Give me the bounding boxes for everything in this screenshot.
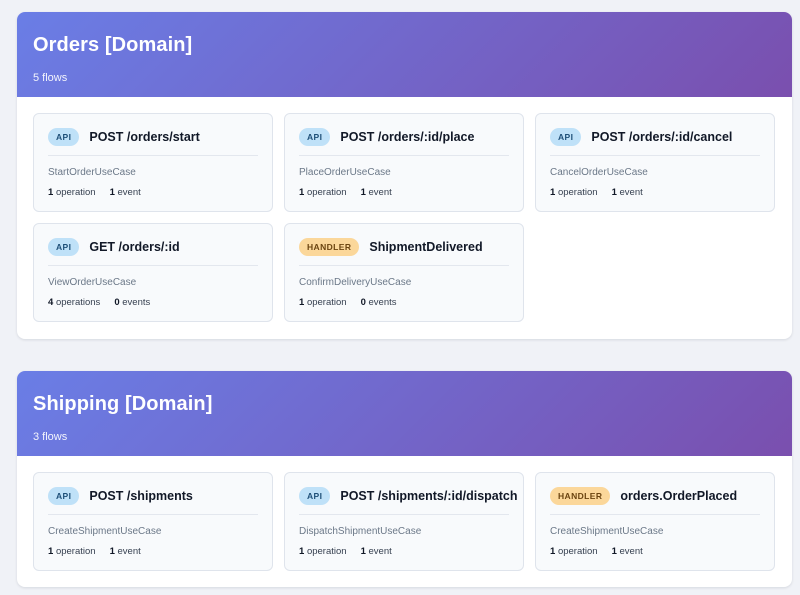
domain-section-orders: Orders [Domain] 5 flows API POST /orders…	[17, 12, 792, 339]
divider	[299, 265, 509, 266]
usecase-name: ConfirmDeliveryUseCase	[299, 277, 412, 288]
events-stat: 1 event	[109, 187, 141, 198]
domain-header: Shipping [Domain] 3 flows	[17, 371, 792, 456]
usecase-name: CreateShipmentUseCase	[48, 526, 162, 537]
flow-title: GET /orders/:id	[89, 240, 180, 254]
usecase-name: StartOrderUseCase	[48, 167, 136, 178]
flow-stats: 1 operation 1 event	[299, 546, 509, 558]
operations-stat: 1 operation	[550, 187, 598, 198]
flow-grid: API POST /orders/start StartOrderUseCase…	[17, 97, 792, 322]
handler-badge: HANDLER	[299, 238, 360, 256]
events-stat: 1 event	[360, 546, 392, 557]
divider	[48, 514, 258, 515]
flow-title: POST /shipments/:id/dispatch	[340, 489, 518, 503]
operations-stat: 1 operation	[299, 297, 347, 308]
events-stat: 1 event	[611, 546, 643, 557]
domain-header: Orders [Domain] 5 flows	[17, 12, 792, 97]
flow-title: ShipmentDelivered	[369, 240, 483, 254]
flow-title: POST /orders/:id/cancel	[591, 130, 733, 144]
flow-grid: API POST /shipments CreateShipmentUseCas…	[17, 456, 792, 571]
flow-card[interactable]: API POST /orders/:id/cancel CancelOrderU…	[535, 113, 775, 212]
domain-title: Shipping [Domain]	[33, 393, 213, 415]
domain-section-shipping: Shipping [Domain] 3 flows API POST /ship…	[17, 371, 792, 587]
events-stat: 1 event	[109, 546, 141, 557]
api-badge: API	[550, 128, 582, 146]
flow-card[interactable]: HANDLER orders.OrderPlaced CreateShipmen…	[535, 472, 775, 571]
flow-stats: 1 operation 0 events	[299, 297, 509, 309]
usecase-name: ViewOrderUseCase	[48, 277, 137, 288]
flow-title: POST /orders/:id/place	[340, 130, 475, 144]
flow-card[interactable]: API GET /orders/:id ViewOrderUseCase 4 o…	[33, 223, 273, 322]
operations-stat: 1 operation	[48, 187, 96, 198]
flow-card[interactable]: API POST /shipments CreateShipmentUseCas…	[33, 472, 273, 571]
flow-card[interactable]: HANDLER ShipmentDelivered ConfirmDeliver…	[284, 223, 524, 322]
flow-count: 5 flows	[33, 72, 68, 84]
divider	[550, 514, 760, 515]
flow-card[interactable]: API POST /orders/:id/place PlaceOrderUse…	[284, 113, 524, 212]
events-stat: 0 events	[360, 297, 397, 308]
events-stat: 1 event	[611, 187, 643, 198]
flow-card[interactable]: API POST /shipments/:id/dispatch Dispatc…	[284, 472, 524, 571]
operations-stat: 1 operation	[550, 546, 598, 557]
flow-stats: 1 operation 1 event	[48, 187, 258, 199]
events-stat: 1 event	[360, 187, 392, 198]
api-badge: API	[299, 487, 331, 505]
flow-stats: 4 operations 0 events	[48, 297, 258, 309]
divider	[299, 155, 509, 156]
flow-stats: 1 operation 1 event	[550, 546, 760, 558]
api-badge: API	[299, 128, 331, 146]
operations-stat: 1 operation	[299, 187, 347, 198]
handler-badge: HANDLER	[550, 487, 611, 505]
operations-stat: 1 operation	[48, 546, 96, 557]
flow-count: 3 flows	[33, 431, 68, 443]
flow-stats: 1 operation 1 event	[550, 187, 760, 199]
usecase-name: CancelOrderUseCase	[550, 167, 648, 178]
flow-title: POST /orders/start	[89, 130, 200, 144]
api-badge: API	[48, 487, 80, 505]
usecase-name: PlaceOrderUseCase	[299, 167, 391, 178]
domain-title: Orders [Domain]	[33, 34, 193, 56]
flow-stats: 1 operation 1 event	[48, 546, 258, 558]
api-badge: API	[48, 128, 80, 146]
flow-title: POST /shipments	[89, 489, 193, 503]
usecase-name: DispatchShipmentUseCase	[299, 526, 422, 537]
divider	[48, 155, 258, 156]
operations-stat: 4 operations	[48, 297, 101, 308]
divider	[550, 155, 760, 156]
events-stat: 0 events	[114, 297, 151, 308]
divider	[48, 265, 258, 266]
divider	[299, 514, 509, 515]
flow-title: orders.OrderPlaced	[620, 489, 738, 503]
flow-stats: 1 operation 1 event	[299, 187, 509, 199]
operations-stat: 1 operation	[299, 546, 347, 557]
usecase-name: CreateShipmentUseCase	[550, 526, 664, 537]
api-badge: API	[48, 238, 80, 256]
flow-card[interactable]: API POST /orders/start StartOrderUseCase…	[33, 113, 273, 212]
